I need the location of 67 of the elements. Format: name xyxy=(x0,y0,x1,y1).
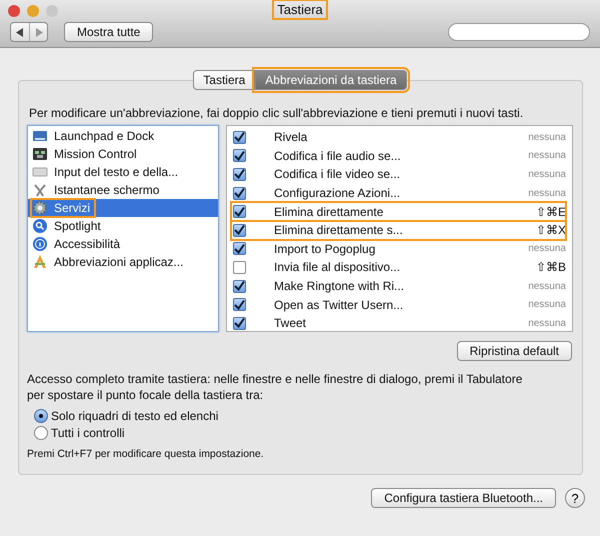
tab[interactable]: Abbreviazioni da tastiera xyxy=(255,70,407,90)
dock-icon xyxy=(32,128,48,144)
checkmark-icon xyxy=(234,132,245,142)
service-name: Elimina direttamente s... xyxy=(274,223,404,238)
checkbox[interactable] xyxy=(233,168,246,181)
category-item[interactable]: Abbreviazioni applicaz... xyxy=(28,253,218,271)
service-name: Rivela xyxy=(274,130,308,144)
radio-label[interactable]: Tutti i controlli xyxy=(51,426,125,440)
service-name: Import to Pogoplug xyxy=(274,242,376,256)
service-name: Tweet xyxy=(274,316,308,330)
checkbox[interactable] xyxy=(233,149,246,162)
checkmark-icon xyxy=(234,150,245,161)
checkbox[interactable] xyxy=(233,224,246,237)
checkbox[interactable] xyxy=(233,260,246,274)
checkbox[interactable] xyxy=(233,298,246,312)
shortcut-keys[interactable]: ⇧⌘B xyxy=(536,260,566,274)
checkbox[interactable] xyxy=(233,242,246,256)
shortcut-keys[interactable]: ⇧⌘X xyxy=(536,223,566,238)
checkmark-icon xyxy=(234,300,245,310)
checkbox[interactable] xyxy=(233,316,246,330)
checkmark-icon xyxy=(234,244,245,254)
radio-button[interactable] xyxy=(34,426,48,440)
close-icon[interactable] xyxy=(8,5,20,17)
service-name: Elimina direttamente xyxy=(274,204,384,219)
checkmark-icon xyxy=(234,169,245,180)
shortcut-keys[interactable]: ⇧⌘E xyxy=(536,204,566,219)
tab[interactable]: Tastiera xyxy=(193,70,256,90)
category-item[interactable]: Mission Control xyxy=(28,145,218,163)
radio-label[interactable]: Solo riquadri di testo ed elenchi xyxy=(51,409,218,423)
category-item[interactable]: Accessibilità xyxy=(28,235,218,253)
service-name: Make Ringtone with Ri... xyxy=(274,279,406,294)
category-item[interactable]: Istantanee schermo xyxy=(28,181,218,199)
service-name: Codifica i file video se... xyxy=(274,167,402,182)
radio-button[interactable] xyxy=(34,409,48,423)
checkmark-icon xyxy=(234,318,245,328)
bluetooth-setup-button[interactable]: Configura tastiera Bluetooth... xyxy=(371,488,556,508)
checkmark-icon xyxy=(234,225,245,236)
checkmark-icon xyxy=(234,281,245,292)
checkmark-icon xyxy=(234,188,245,198)
keyboard-access-text: Accesso completo tramite tastiera: nelle finestre e nelle finestre di dialogo, premi il Tabulatore per spostare il punto focale della tastiera tra: xyxy=(27,371,524,403)
checkmark-icon xyxy=(234,206,245,217)
search-field[interactable] xyxy=(448,23,590,41)
checkbox[interactable] xyxy=(233,205,246,218)
letter-a-icon xyxy=(32,254,48,270)
window-title: Tastiera xyxy=(272,0,328,20)
service-name: Configurazione Azioni... xyxy=(274,186,402,200)
category-item[interactable]: Spotlight xyxy=(28,217,218,235)
gear-icon xyxy=(32,200,48,216)
checkbox[interactable] xyxy=(233,186,246,200)
checkbox[interactable] xyxy=(233,130,246,144)
search-icon xyxy=(32,218,48,234)
restore-defaults-button[interactable]: Ripristina default xyxy=(456,341,572,361)
category-item[interactable]: Launchpad e Dock xyxy=(28,127,218,145)
instruction-text: Per modificare un'abbreviazione, fai doppio clic sull'abbreviazione e tieni premuti i nuovi tasti. xyxy=(29,106,524,120)
category-item[interactable]: Input del testo e della... xyxy=(28,163,218,181)
category-item[interactable]: Servizi xyxy=(28,199,218,217)
show-all-button[interactable]: Mostra tutte xyxy=(64,22,154,42)
windows-icon xyxy=(32,146,48,162)
info-icon xyxy=(32,236,48,252)
left-triangle-icon xyxy=(16,28,24,36)
hint-text: Premi Ctrl+F7 per modificare questa impostazione. xyxy=(27,448,265,460)
service-name: Invia file al dispositivo... xyxy=(274,260,402,274)
service-name: Open as Twitter Usern... xyxy=(274,298,404,312)
right-triangle-icon xyxy=(34,28,42,36)
checkbox[interactable] xyxy=(233,280,246,293)
help-button[interactable]: ? xyxy=(565,488,585,508)
service-name: Codifica i file audio se... xyxy=(274,148,402,163)
